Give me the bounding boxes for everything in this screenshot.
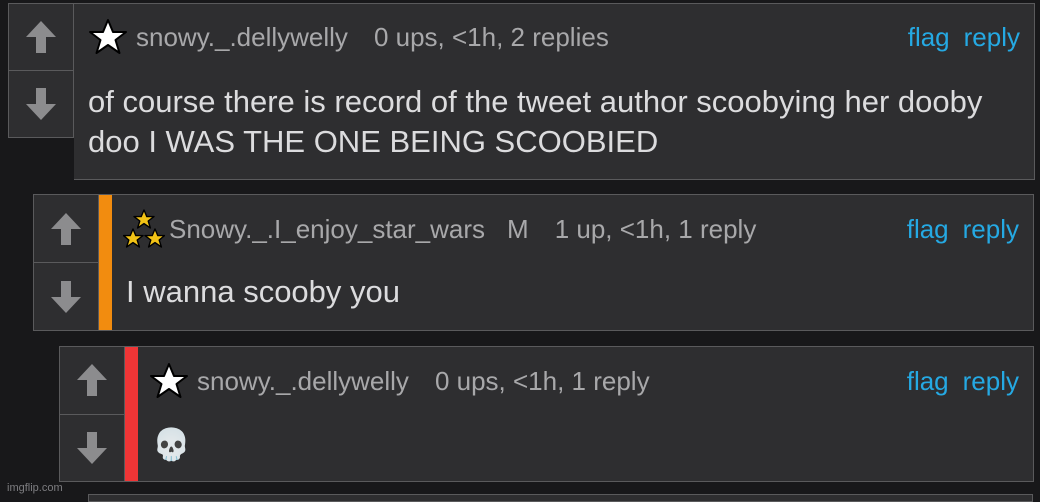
flag-link[interactable]: flag <box>908 22 950 53</box>
arrow-down-icon <box>51 280 81 313</box>
star-icon <box>89 19 127 54</box>
downvote-button[interactable] <box>34 262 98 330</box>
star-icon <box>150 363 188 398</box>
downvote-button[interactable] <box>9 70 73 137</box>
comment-body: snowy._.dellywelly 0 ups, <1h, 1 reply f… <box>125 346 1034 482</box>
reply-link[interactable]: reply <box>963 366 1019 397</box>
upvote-button[interactable] <box>9 4 73 70</box>
comment-text: I wanna scooby you <box>126 274 401 309</box>
arrow-down-icon <box>26 88 56 120</box>
comment-2: Snowy._.I_enjoy_star_wars M 1 up, <1h, 1… <box>33 194 1034 331</box>
comment-1: snowy._.dellywelly 0 ups, <1h, 2 replies… <box>8 3 1035 180</box>
reply-depth-stripe <box>99 195 112 330</box>
username-link[interactable]: Snowy._.I_enjoy_star_wars <box>169 214 485 245</box>
comment-text: of course there is record of the tweet a… <box>88 84 983 159</box>
comment-text: 💀 <box>152 427 191 463</box>
arrow-up-icon <box>77 364 107 397</box>
username-link[interactable]: snowy._.dellywelly <box>197 366 409 397</box>
comment-header: snowy._.dellywelly 0 ups, <1h, 2 replies… <box>88 18 1020 56</box>
comment-meta: 1 up, <1h, 1 reply <box>554 213 757 244</box>
comment-header: Snowy._.I_enjoy_star_wars M 1 up, <1h, 1… <box>123 209 1019 249</box>
watermark: imgflip.com <box>7 482 63 494</box>
comment-meta: 0 ups, <1h, 1 reply <box>434 365 650 396</box>
next-comment-edge <box>88 494 1033 502</box>
upvote-button[interactable] <box>34 195 98 262</box>
vote-box <box>59 346 125 482</box>
comment-body: Snowy._.I_enjoy_star_wars M 1 up, <1h, 1… <box>99 194 1034 331</box>
mod-badge: M <box>507 213 529 244</box>
arrow-down-icon <box>77 431 107 464</box>
reply-depth-stripe <box>125 347 138 481</box>
downvote-button[interactable] <box>60 413 124 482</box>
flag-link[interactable]: flag <box>907 214 949 245</box>
arrow-up-icon <box>51 212 81 245</box>
vote-box <box>8 3 74 138</box>
reply-link[interactable]: reply <box>964 22 1020 53</box>
vote-box <box>33 194 99 331</box>
comment-header: snowy._.dellywelly 0 ups, <1h, 1 reply f… <box>149 361 1019 401</box>
comment-body: snowy._.dellywelly 0 ups, <1h, 2 replies… <box>74 3 1035 180</box>
comment-3: snowy._.dellywelly 0 ups, <1h, 1 reply f… <box>59 346 1034 482</box>
triple-star-icon <box>123 209 165 248</box>
reply-link[interactable]: reply <box>963 214 1019 245</box>
comment-meta: 0 ups, <1h, 2 replies <box>373 21 609 52</box>
flag-link[interactable]: flag <box>907 366 949 397</box>
username-link[interactable]: snowy._.dellywelly <box>136 22 348 53</box>
arrow-up-icon <box>26 21 56 53</box>
upvote-button[interactable] <box>60 347 124 414</box>
